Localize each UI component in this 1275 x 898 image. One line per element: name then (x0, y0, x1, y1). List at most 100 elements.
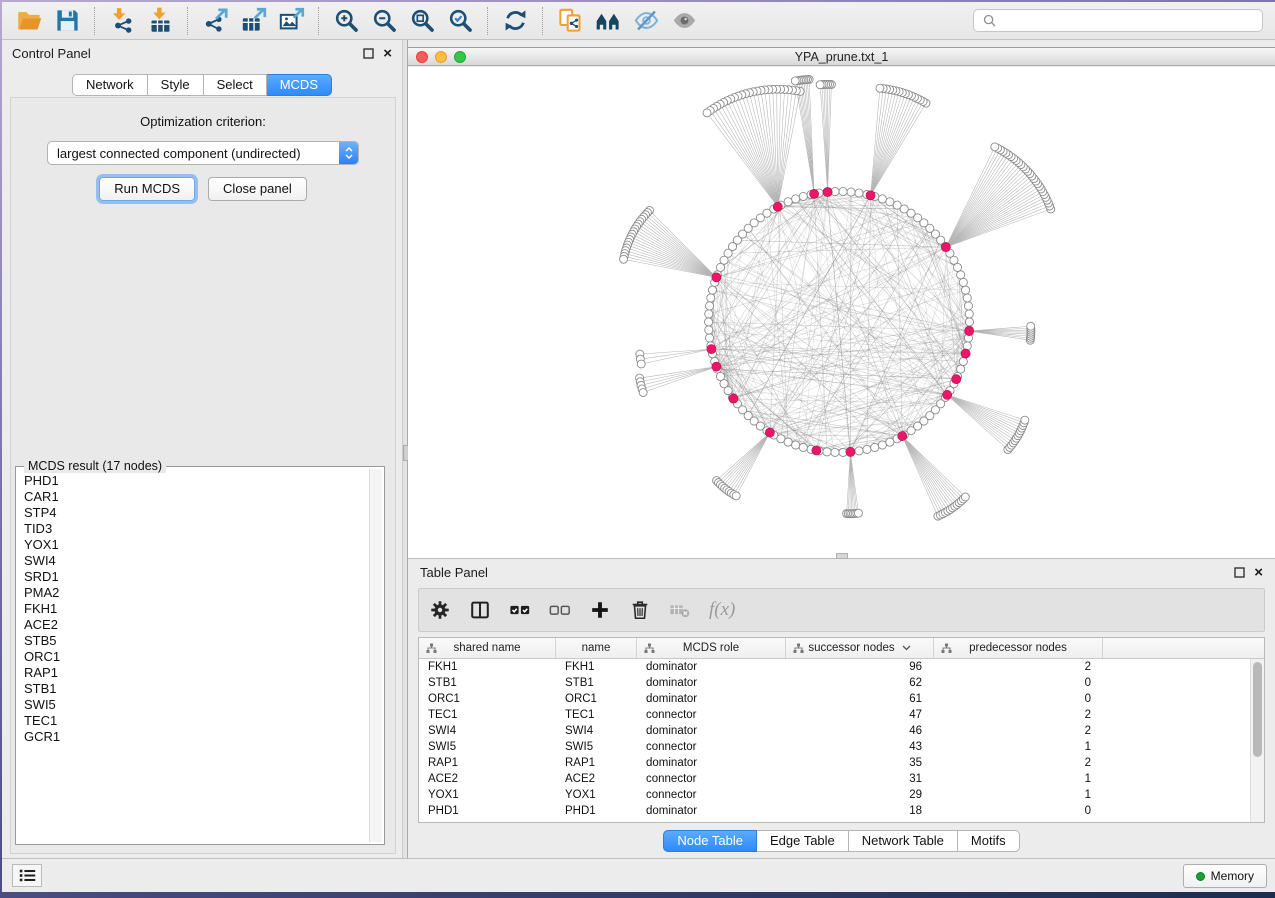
network-canvas[interactable] (408, 67, 1275, 558)
deselect-all-button[interactable] (549, 599, 571, 621)
table-scrollbar[interactable] (1250, 659, 1264, 822)
zoom-out-button[interactable] (365, 5, 403, 37)
table-row[interactable]: SWI4SWI4dominator462 (419, 723, 1250, 739)
table-row[interactable]: SWI5SWI5connector431 (419, 739, 1250, 755)
table-tab-network-table[interactable]: Network Table (849, 830, 958, 852)
search-icon (983, 14, 996, 27)
close-window-icon[interactable] (416, 51, 428, 63)
function-fx-button[interactable]: f(x) (709, 599, 735, 621)
mcds-result-list[interactable]: PHD1CAR1STP4TID3YOX1SWI4SRD1PMA2FKH1ACE2… (18, 469, 369, 842)
tab-style[interactable]: Style (148, 74, 204, 96)
result-list-item[interactable]: PMA2 (24, 585, 369, 601)
maximize-window-icon[interactable] (454, 51, 466, 63)
table-cell: 31 (786, 773, 934, 785)
table-row[interactable]: TEC1TEC1connector472 (419, 707, 1250, 723)
result-list-item[interactable]: TEC1 (24, 713, 369, 729)
search-input[interactable] (1002, 14, 1262, 28)
zoom-selected-button[interactable] (441, 5, 479, 37)
column-header-successor-nodes[interactable]: successor nodes (786, 638, 934, 658)
result-list-scrollbar[interactable] (369, 469, 382, 842)
tab-network[interactable]: Network (72, 74, 148, 96)
result-list-item[interactable]: STB5 (24, 633, 369, 649)
result-list-item[interactable]: GCR1 (24, 729, 369, 745)
result-list-item[interactable]: CAR1 (24, 489, 369, 505)
result-list-item[interactable]: TID3 (24, 521, 369, 537)
table-body: FKH1FKH1dominator962STB1STB1dominator620… (419, 659, 1250, 822)
gear-button[interactable] (429, 599, 451, 621)
table-cell: 2 (934, 709, 1103, 721)
table-tab-motifs[interactable]: Motifs (958, 830, 1020, 852)
import-network-button[interactable] (103, 5, 141, 37)
search-box[interactable] (973, 9, 1263, 32)
table-row[interactable]: ACE2ACE2connector311 (419, 771, 1250, 787)
close-panel-icon[interactable]: × (383, 48, 392, 59)
table-cell: FKH1 (419, 661, 556, 673)
table-cell: 61 (786, 693, 934, 705)
table-tab-edge-table[interactable]: Edge Table (757, 830, 849, 852)
select-all-checks-button[interactable] (509, 599, 531, 621)
table-row[interactable]: PHD1PHD1dominator180 (419, 803, 1250, 819)
binoculars-button[interactable] (589, 5, 627, 37)
memory-button[interactable]: Memory (1183, 864, 1267, 888)
column-header-MCDS-role[interactable]: MCDS role (637, 638, 786, 658)
table-row[interactable]: FKH1FKH1dominator962 (419, 659, 1250, 675)
export-table-button[interactable] (234, 5, 272, 37)
float-panel-icon[interactable] (363, 48, 374, 59)
columns-button[interactable] (469, 599, 491, 621)
clone-network-button[interactable] (551, 5, 589, 37)
network-title-bar[interactable]: YPA_prune.txt_1 (408, 48, 1275, 66)
add-column-button[interactable] (589, 599, 611, 621)
import-table-button[interactable] (141, 5, 179, 37)
table-cell: 0 (934, 693, 1103, 705)
table-row[interactable]: YOX1YOX1connector291 (419, 787, 1250, 803)
run-mcds-button[interactable]: Run MCDS (99, 177, 195, 201)
table-panel-tabs: Node TableEdge TableNetwork TableMotifs (408, 830, 1275, 852)
result-list-item[interactable]: YOX1 (24, 537, 369, 553)
delete-column-button[interactable] (629, 599, 651, 621)
zoom-fit-button[interactable] (403, 5, 441, 37)
open-file-button[interactable] (10, 5, 48, 37)
float-table-panel-icon[interactable] (1234, 567, 1245, 578)
table-row[interactable]: ORC1ORC1dominator610 (419, 691, 1250, 707)
tab-mcds[interactable]: MCDS (267, 74, 332, 96)
table-cell: SWI5 (419, 741, 556, 753)
result-list-item[interactable]: STP4 (24, 505, 369, 521)
table-cell: TEC1 (556, 709, 637, 721)
table-row[interactable]: RAP1RAP1dominator352 (419, 755, 1250, 771)
export-image-button[interactable] (272, 5, 310, 37)
export-network-button[interactable] (196, 5, 234, 37)
table-row[interactable]: STB1STB1dominator620 (419, 675, 1250, 691)
table-tab-node-table[interactable]: Node Table (663, 830, 757, 852)
tab-select[interactable]: Select (204, 74, 267, 96)
column-header-name[interactable]: name (556, 638, 637, 658)
result-list-item[interactable]: ORC1 (24, 649, 369, 665)
result-list-item[interactable]: SRD1 (24, 569, 369, 585)
result-list-item[interactable]: FKH1 (24, 601, 369, 617)
optimization-select[interactable]: largest connected component (undirected) (47, 141, 359, 165)
close-panel-button[interactable]: Close panel (208, 177, 307, 201)
task-history-button[interactable] (12, 864, 42, 887)
column-header-shared-name[interactable]: shared name (419, 638, 556, 658)
delete-table-button[interactable] (669, 599, 691, 621)
result-list-item[interactable]: SWI5 (24, 697, 369, 713)
column-header-predecessor-nodes[interactable]: predecessor nodes (934, 638, 1103, 658)
network-graph[interactable] (408, 67, 1275, 558)
minimize-window-icon[interactable] (435, 51, 447, 63)
column-type-icon (793, 643, 804, 654)
result-list-item[interactable]: PHD1 (24, 473, 369, 489)
result-list-item[interactable]: ACE2 (24, 617, 369, 633)
horizontal-splitter-grip[interactable] (836, 553, 848, 559)
close-table-panel-icon[interactable]: × (1254, 567, 1263, 578)
apply-layout-button[interactable] (496, 5, 534, 37)
zoom-in-button[interactable] (327, 5, 365, 37)
save-session-button[interactable] (48, 5, 86, 37)
table-scrollbar-thumb[interactable] (1253, 662, 1262, 757)
toolbar-separator (542, 7, 543, 35)
table-panel-header: Table Panel × (408, 559, 1275, 586)
hide-selected-eye-slash-button[interactable] (627, 5, 665, 37)
show-all-eye-button[interactable] (665, 5, 703, 37)
result-list-item[interactable]: SWI4 (24, 553, 369, 569)
result-list-item[interactable]: RAP1 (24, 665, 369, 681)
result-list-item[interactable]: STB1 (24, 681, 369, 697)
delete-column-icon (629, 599, 651, 621)
